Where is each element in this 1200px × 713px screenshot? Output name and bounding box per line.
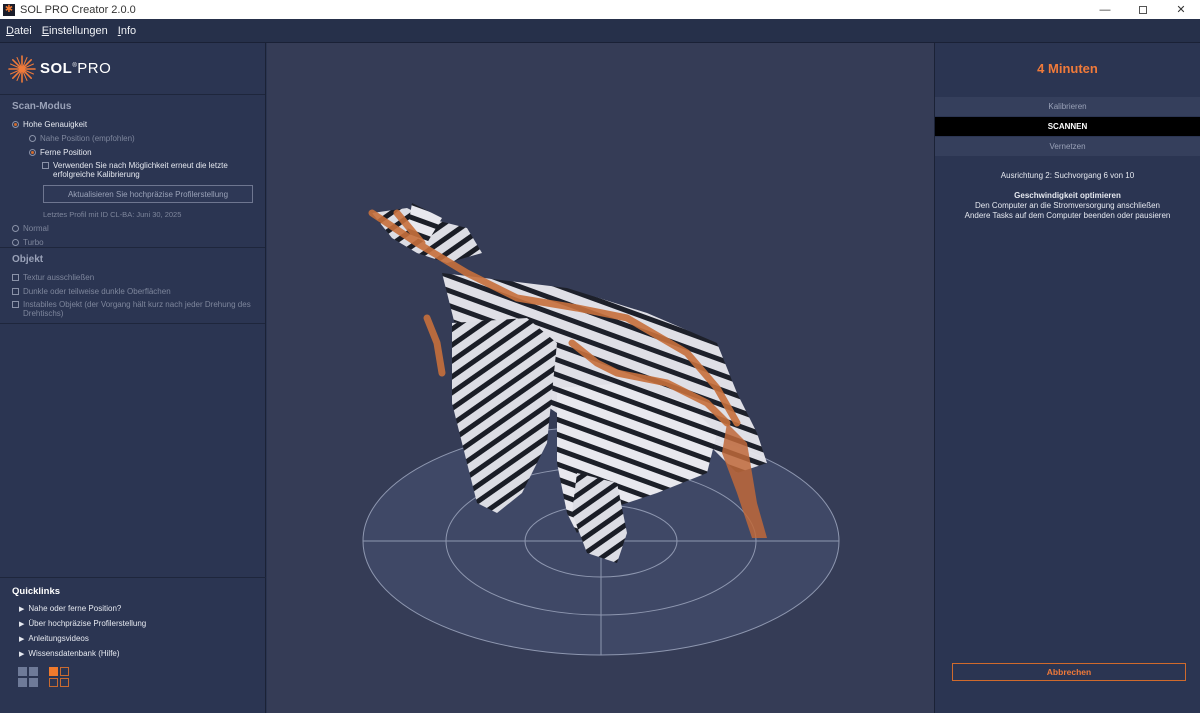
time-remaining: 4 Minuten [1037, 60, 1098, 76]
close-button[interactable]: ✕ [1162, 0, 1200, 19]
tip-line-tasks: Andere Tasks auf dem Computer beenden od… [964, 211, 1171, 220]
quicklink-near-far[interactable]: ▶ Nahe oder ferne Position? [12, 601, 254, 616]
menu-einstellungen[interactable]: Einstellungen [36, 25, 112, 37]
arrow-right-icon: ▶ [19, 635, 25, 643]
title-bar: ✱ SOL PRO Creator 2.0.0 — ✕ [0, 0, 1200, 19]
maximize-icon [1139, 5, 1147, 14]
window-title: SOL PRO Creator 2.0.0 [20, 3, 136, 16]
app-logo-icon: ✱ [3, 3, 15, 16]
quicklink-profiling[interactable]: ▶ Über hochpräzise Profilerstellung [12, 616, 254, 631]
radio-icon [29, 134, 36, 142]
3d-viewport[interactable] [267, 43, 934, 713]
object-heading: Objekt [12, 254, 44, 265]
arrow-right-icon: ▶ [19, 650, 25, 658]
sol-star-icon [8, 54, 36, 83]
tip-title: Geschwindigkeit optimieren [1014, 191, 1121, 200]
checkbox-exclude-texture[interactable]: Textur ausschließen [12, 270, 253, 284]
menu-info[interactable]: Info [112, 25, 140, 37]
menu-bar: Datei Einstellungen Info [0, 19, 1200, 43]
scan-preview [362, 203, 840, 656]
brand-name: SOL®PRO [40, 60, 112, 77]
scan-mode-heading: Scan-Modus [12, 101, 72, 112]
radio-far-position[interactable]: Ferne Position [12, 145, 253, 159]
last-profile-info: Letztes Profil mit ID CL-BA: Juni 30, 20… [43, 209, 182, 219]
checkbox-icon [42, 162, 49, 169]
quicklinks-section: Quicklinks ▶ Nahe oder ferne Position? ▶ Ü… [0, 577, 266, 713]
checkbox-reuse-calibration[interactable]: Verwenden Sie nach Möglichkeit erneut di… [12, 159, 253, 181]
radio-normal[interactable]: Normal [12, 221, 253, 235]
layout-grid-icon[interactable] [18, 667, 38, 687]
radio-icon [12, 238, 19, 246]
minimize-button[interactable]: — [1086, 0, 1124, 19]
checkbox-icon [12, 301, 19, 308]
status-line: Ausrichtung 2: Suchvorgang 6 von 10 [1000, 171, 1135, 180]
menu-datei[interactable]: Datei [0, 25, 36, 37]
tip-line-power: Den Computer an die Stromversorgung ansc… [975, 201, 1160, 210]
radio-turbo[interactable]: Turbo [12, 235, 253, 249]
radio-near-position[interactable]: Nahe Position (empfohlen) [12, 131, 253, 145]
checkbox-dark-surfaces[interactable]: Dunkle oder teilweise dunkle Oberflächen [12, 284, 253, 298]
window-controls: — ✕ [1086, 0, 1200, 19]
right-panel: 4 Minuten Kalibrieren SCANNEN Vernetzen … [934, 43, 1200, 713]
checkbox-icon [12, 273, 19, 281]
arrow-right-icon: ▶ [19, 620, 25, 628]
object-section: Objekt Textur ausschließen Dunkle oder t… [0, 248, 265, 324]
update-profile-button[interactable]: Aktualisieren Sie hochpräzise Profilerst… [43, 185, 253, 203]
progress-steps: Kalibrieren SCANNEN Vernetzen [935, 97, 1200, 157]
radio-selected-icon [29, 148, 36, 156]
scan-status: Ausrichtung 2: Suchvorgang 6 von 10 Gesc… [935, 171, 1200, 221]
scan-mode-section: Scan-Modus Hohe Genauigkeit Nahe Positio… [0, 95, 265, 248]
step-calibrate: Kalibrieren [935, 97, 1200, 117]
left-panel: SOL®PRO Scan-Modus Hohe Genauigkeit Nahe… [0, 43, 266, 713]
step-scan: SCANNEN [935, 117, 1200, 137]
radio-selected-icon [12, 120, 19, 128]
quicklink-knowledge-base[interactable]: ▶ Wissensdatenbank (Hilfe) [12, 646, 254, 661]
radio-high-accuracy[interactable]: Hohe Genauigkeit [12, 117, 253, 131]
quicklink-videos[interactable]: ▶ Anleitungsvideos [12, 631, 254, 646]
arrow-right-icon: ▶ [19, 605, 25, 613]
checkbox-unstable-object[interactable]: Instabiles Objekt (der Vorgang hält kurz… [12, 298, 253, 320]
brand-logo: SOL®PRO [0, 43, 265, 95]
layout-switcher [18, 667, 254, 687]
layout-split-icon[interactable] [49, 667, 69, 687]
cancel-button[interactable]: Abbrechen [952, 663, 1186, 681]
checkbox-icon [12, 287, 19, 295]
radio-icon [12, 224, 19, 232]
step-mesh: Vernetzen [935, 137, 1200, 157]
maximize-button[interactable] [1124, 0, 1162, 19]
quicklinks-heading: Quicklinks [12, 586, 61, 597]
